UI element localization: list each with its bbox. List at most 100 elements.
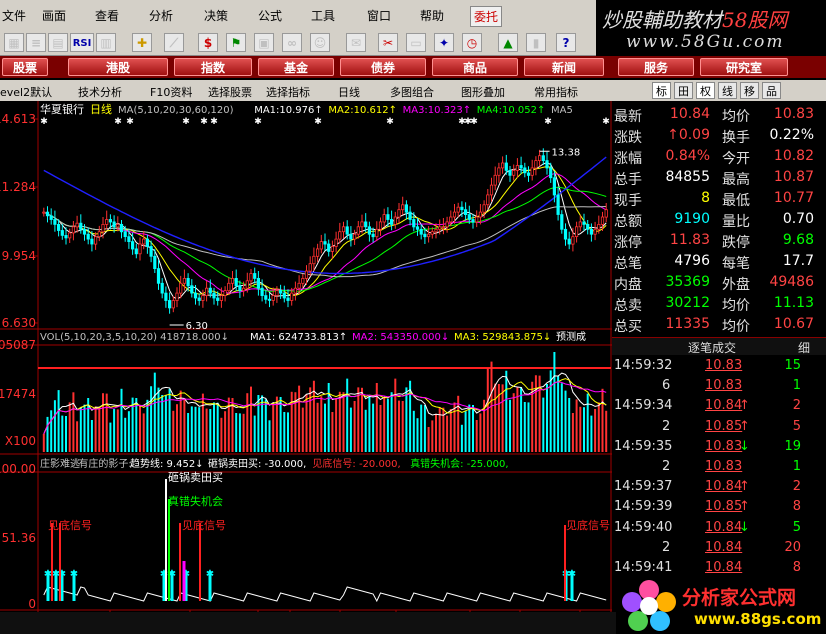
candle-body [463,209,468,215]
tech-analysis-button[interactable]: 技术分析 [78,84,122,100]
candle-body [341,226,346,233]
nav-bond[interactable]: 债券 [340,58,426,76]
tab-grid[interactable]: 田 [674,82,693,99]
news-icon[interactable]: ▣ [254,33,274,52]
candle-body [489,184,494,196]
tab-mark[interactable]: 标 [652,82,671,99]
quote-value: 11335 [665,316,710,332]
tab-rights[interactable]: 权 [696,82,715,99]
candle-body [79,222,83,230]
trade-volume: 5 [792,418,801,434]
candle-body [256,277,261,289]
nav-service[interactable]: 服务 [618,58,694,76]
menu-screen[interactable]: 画面 [42,7,66,24]
quote-value: 11.13 [773,295,814,311]
trade-time: 14:59:37 [614,479,673,495]
trade-direction-icon: ↓ [739,519,750,535]
rsi-icon[interactable]: RSI [70,33,94,52]
quote-label: 最低 [722,193,750,209]
flag-icon[interactable]: ⚑ [226,33,246,52]
cross-icon[interactable]: ✚ [132,33,152,52]
trade-volume: 2 [792,398,801,414]
people-icon[interactable]: ☺ [310,33,330,52]
ruler-icon[interactable]: ⟋ [164,33,184,52]
f10-button[interactable]: F10资料 [150,84,192,100]
candle-body [475,216,479,223]
tab-line[interactable]: 线 [718,82,737,99]
ind-spike-star-9: ✱ [568,569,576,580]
trade-row: 14:59:34 10.84 ↑ 2 [612,396,826,417]
bottom-bar [0,612,616,634]
scissors-icon[interactable]: ✂ [378,33,398,52]
kline-chart[interactable]: 华夏银行 日线 MA(5,10,20,30,60,120) MA1:10.976↑… [0,101,612,634]
candle-body [467,214,471,220]
candle-body [556,194,560,215]
candle-body [249,273,253,282]
trade-volume: 19 [784,438,801,454]
clock-icon[interactable]: ◷ [462,33,482,52]
nav-research[interactable]: 研究室 [700,58,788,76]
trade-volume: 15 [784,358,801,373]
candle-body [334,238,338,247]
price-legend-2: MA2:10.612↑ [328,105,397,116]
bell-icon[interactable]: ✉ [346,33,366,52]
doc-icon[interactable]: ▭ [406,33,426,52]
nav-index[interactable]: 指数 [174,58,252,76]
bars-icon[interactable]: ▥ [96,33,116,52]
candle-body [389,219,394,225]
piggy-icon[interactable]: ▲ [498,33,518,52]
nav-commodity[interactable]: 商品 [432,58,518,76]
help-icon[interactable]: ? [556,33,576,52]
grid-icon[interactable]: ▦ [4,33,24,52]
trade-volume: 8 [792,560,801,575]
tab-product[interactable]: 品 [762,82,781,99]
dollar-icon[interactable]: $ [198,33,218,52]
star-icon[interactable]: ✦ [434,33,454,52]
menu-tools[interactable]: 工具 [311,7,335,24]
nav-hk[interactable]: 港股 [68,58,168,76]
candle-body [179,282,183,294]
menu-file[interactable]: 文件 [2,7,26,24]
multi-chart-button[interactable]: 多图组合 [390,84,434,100]
candle-body [493,174,497,186]
menu-formula[interactable]: 公式 [258,7,282,24]
tab-move[interactable]: 移 [740,82,759,99]
candle-body [545,160,549,169]
ind-spike-star-3: ✱ [70,569,78,580]
binoculars-icon[interactable]: ∞ [282,33,302,52]
trade-button[interactable]: 委托 [470,6,503,27]
menu-help[interactable]: 帮助 [420,7,444,24]
menu-analysis[interactable]: 分析 [149,7,173,24]
menu-decision[interactable]: 决策 [204,7,228,24]
price-legend-3: MA3:10.323↑ [403,105,472,116]
menu-window[interactable]: 窗口 [367,7,391,24]
price-tick-3: 6.630 [2,316,36,330]
ticks-detail-tab[interactable]: 细 [798,339,810,356]
table-icon[interactable]: ▤ [48,33,68,52]
signal-star-5: ✱ [210,117,218,127]
candle-body [108,219,112,223]
candle-body [352,233,357,240]
candle-body [512,170,516,176]
select-indicator-button[interactable]: 选择指标 [266,84,310,100]
select-stock-button[interactable]: 选择股票 [208,84,252,100]
candle-body [323,241,327,245]
nav-stocks[interactable]: 股票 [2,58,48,76]
menu-view[interactable]: 查看 [95,7,119,24]
candle-body [212,292,216,299]
speed-icon[interactable]: ≡ [26,33,46,52]
quote-row: 最新 10.84 均价 10.83 [612,105,826,125]
nav-fund[interactable]: 基金 [258,58,334,76]
books-icon[interactable]: ▮ [526,33,546,52]
quote-label: 最新 [614,109,642,125]
candle-body [278,290,283,294]
common-indicator-button[interactable]: 常用指标 [534,84,578,100]
candle-body [312,255,316,265]
nav-news[interactable]: 新闻 [524,58,604,76]
trade-time: 6 [662,378,671,394]
trade-volume: 1 [792,378,801,394]
daily-button[interactable]: 日线 [338,84,360,100]
overlay-button[interactable]: 图形叠加 [461,84,505,100]
stock-name: 华夏银行 [40,102,84,116]
level2-select[interactable]: evel2默认 [0,84,52,100]
